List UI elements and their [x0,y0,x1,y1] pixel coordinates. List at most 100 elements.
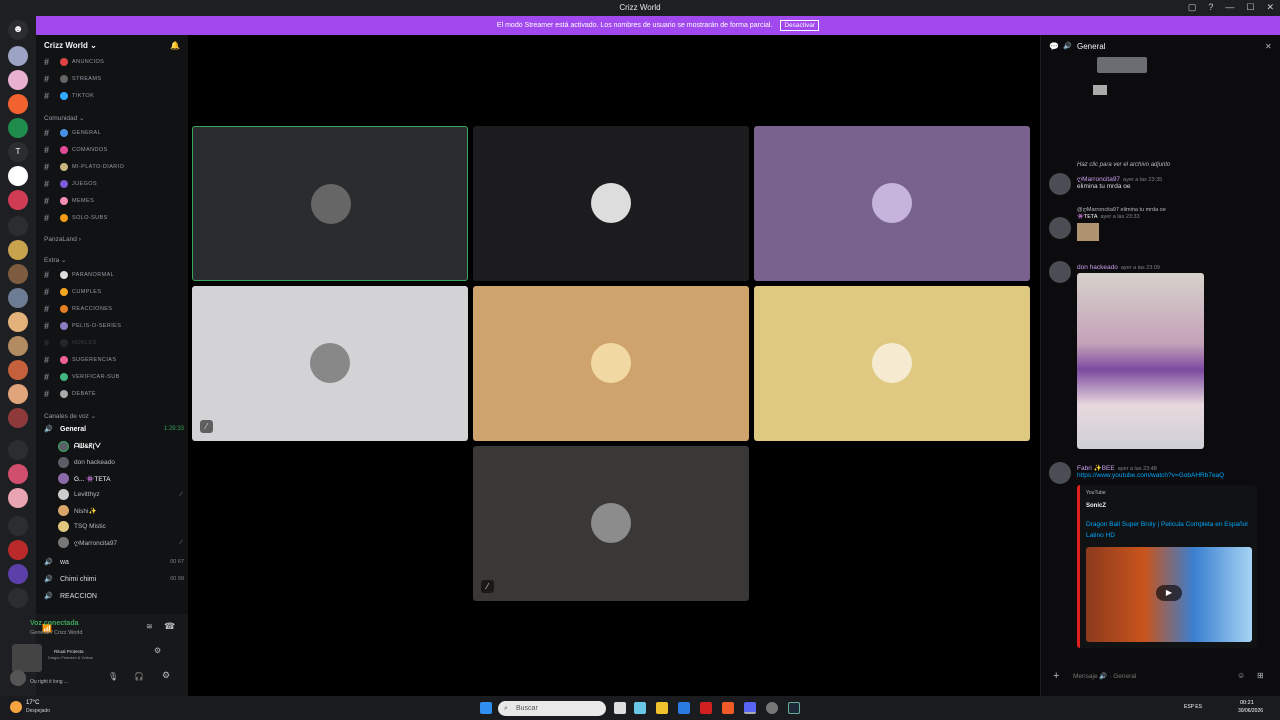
language-indicator[interactable]: ESP ES [1184,704,1202,710]
voice-channel-wa[interactable]: 🔊 wa 00 67 [44,558,184,567]
minimize-icon[interactable]: — [1225,2,1234,13]
video-thumbnail[interactable]: ▶ [1086,547,1252,642]
app-icon[interactable] [700,702,712,714]
voice-user[interactable]: don hackeado [58,457,182,468]
channel-mi-plato-diario[interactable]: # MI-PLATO-DIARIO [44,162,184,172]
category-comunidad[interactable]: Comunidad ⌄ [44,114,85,122]
settings-gear-icon[interactable]: ⚙ [162,670,170,681]
server-icon[interactable] [8,464,28,484]
message-input[interactable] [1073,669,1223,683]
server-icon[interactable] [8,408,28,428]
user-avatar[interactable] [10,670,26,686]
copilot-icon[interactable] [634,702,646,714]
server-icon[interactable] [8,360,28,380]
emoji-icon[interactable]: ☺ [1237,671,1245,680]
voice-user[interactable]: ᗩᗯ&ᖇ(ᐯ [58,441,182,452]
channel-debate[interactable]: # DEBATE [44,389,184,399]
server-icon[interactable] [8,70,28,90]
clock-date[interactable]: 30/06/2026 [1238,708,1263,714]
participant-tile[interactable]: ⁄ [473,446,749,601]
channel-streams[interactable]: # STREAMS [44,74,184,84]
channel-solo-subs[interactable]: # SOLO-SUBS [44,213,184,223]
participant-tile[interactable]: ⁄ [192,286,468,441]
participant-tile[interactable] [473,286,749,441]
folder-icon[interactable] [8,216,28,236]
posted-image[interactable] [1077,273,1204,449]
voice-user[interactable]: Levitthyz ⁄ [58,489,182,500]
channel-paranormal[interactable]: # PARANORMAL [44,270,184,280]
server-icon[interactable] [8,588,28,608]
channel-nobles[interactable]: # NOBLES [44,338,184,348]
channel-verificar-sub[interactable]: # VERIFICAR-SUB [44,372,184,382]
mail-icon[interactable] [678,702,690,714]
channel-pelis-o-series[interactable]: # PELIS-O-SERIES [44,321,184,331]
embed-title[interactable]: Dragon Ball Super Broly | Pelicula Compl… [1086,519,1254,541]
server-icon[interactable] [8,190,28,210]
voice-user[interactable]: G... 👾TETA [58,473,182,484]
channel-juegos[interactable]: # JUEGOS [44,179,184,189]
disable-streamer-button[interactable]: Desactivar [780,20,820,31]
add-attachment-icon[interactable]: + [1053,670,1059,682]
server-icon[interactable] [8,118,28,138]
disconnect-icon[interactable]: ☎ [164,621,175,632]
clock-time[interactable]: 00:21 [1240,700,1254,706]
close-chat-icon[interactable]: ✕ [1265,42,1272,51]
inbox-icon[interactable]: ▢ [1188,2,1197,13]
voice-user[interactable]: Nishi✨ [58,505,182,516]
server-icon[interactable] [8,46,28,66]
channel-comandos[interactable]: # COMANDOS [44,145,184,155]
folder-icon[interactable] [8,516,28,536]
server-icon[interactable] [8,94,28,114]
headphones-icon[interactable]: 🎧 [134,672,144,681]
soundboard-icon[interactable]: ≋ [146,622,153,631]
avatar[interactable] [1049,261,1071,283]
embed-author[interactable]: SonicZ [1086,503,1106,509]
server-icon[interactable]: T [8,142,28,162]
avatar[interactable] [1049,217,1071,239]
server-icon[interactable] [8,288,28,308]
threads-icon[interactable]: 💬 [1049,42,1059,51]
voice-channel-chimi[interactable]: 🔊 Chimi chimi 00 99 [44,575,184,584]
chrome-icon[interactable] [766,702,778,714]
youtube-link[interactable]: https://www.youtube.com/watch?v=GobAHRb7… [1077,472,1277,479]
brave-icon[interactable] [722,702,734,714]
steam-icon[interactable] [788,702,800,714]
voice-user[interactable]: ღMarroncita97 ⁄ [58,537,182,548]
category-voice[interactable]: Canales de voz ⌄ [44,412,96,420]
channel-cumples[interactable]: # CUMPLES [44,287,184,297]
image-thumbnail[interactable] [1097,57,1147,73]
maximize-icon[interactable]: ☐ [1246,2,1254,13]
server-icon[interactable] [8,336,28,356]
taskbar-search[interactable]: ⌕ Buscar [498,701,606,716]
channel-tiktok[interactable]: # TIKTOK [44,91,184,101]
server-icon[interactable] [8,488,28,508]
start-icon[interactable] [480,702,492,714]
bell-icon[interactable]: 🔔 [170,41,180,50]
participant-tile[interactable] [754,126,1030,281]
help-icon[interactable]: ? [1208,2,1213,13]
apps-icon[interactable]: ⊞ [1257,671,1264,680]
participant-tile[interactable] [473,126,749,281]
channel-sugerencias[interactable]: # SUGERENCIAS [44,355,184,365]
channel-general[interactable]: # GENERAL [44,128,184,138]
channel-reacciones[interactable]: # REACCIONES [44,304,184,314]
avatar[interactable] [1049,173,1071,195]
server-icon[interactable] [8,264,28,284]
server-name[interactable]: Crizz World ⌄ [44,41,97,50]
voice-channel-reaccion[interactable]: 🔊 REACCION [44,592,184,601]
channel-anuncios[interactable]: # ANUNCIOS [44,57,184,67]
activity-settings-icon[interactable]: ⚙ [154,646,161,655]
server-icon[interactable] [8,240,28,260]
server-icon[interactable] [8,312,28,332]
play-icon[interactable]: ▶ [1156,585,1182,601]
participant-tile[interactable] [192,126,468,281]
category-panzaland[interactable]: PanzaLand › [44,236,81,243]
image-thumbnail[interactable] [1093,85,1107,95]
participant-tile[interactable] [754,286,1030,441]
server-icon[interactable] [8,540,28,560]
server-icon[interactable] [8,166,28,186]
server-icon[interactable] [8,564,28,584]
task-view-icon[interactable] [614,702,626,714]
avatar[interactable] [1049,462,1071,484]
folder-icon[interactable] [8,440,28,460]
